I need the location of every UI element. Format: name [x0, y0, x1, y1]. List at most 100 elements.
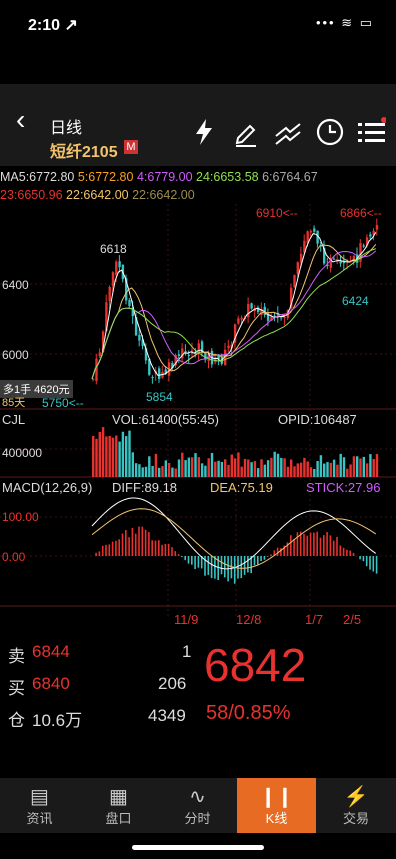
macd-bar	[362, 556, 365, 562]
volume-bar	[200, 463, 204, 477]
candle-body	[118, 261, 121, 268]
clock-icon[interactable]	[314, 116, 346, 148]
volume-bar	[369, 454, 372, 477]
macd-bar	[131, 528, 134, 556]
volume-bar	[263, 464, 266, 477]
ma23-value: 23:6650.96	[0, 188, 63, 202]
macd-bar	[237, 556, 239, 579]
volume-bar	[207, 458, 210, 477]
peak-label-6618: 6618	[100, 242, 127, 256]
candle-body	[177, 354, 181, 356]
volume-label: CJL	[2, 412, 26, 427]
volume-bar	[227, 464, 230, 477]
candle-body	[293, 275, 296, 287]
candle-body	[227, 345, 230, 349]
volume-bar	[115, 435, 118, 477]
home-indicator	[132, 845, 264, 850]
sell-qty: 1	[182, 642, 192, 661]
macd-bar	[233, 556, 236, 584]
macd-bar	[296, 532, 299, 556]
trend-icon[interactable]	[272, 116, 304, 148]
macd-bar	[154, 540, 157, 556]
volume-bar	[131, 452, 134, 477]
low-label-5750: 5750<--	[42, 396, 84, 410]
candle-body	[280, 317, 283, 319]
macd-bar	[141, 526, 144, 556]
back-icon[interactable]: ‹	[16, 104, 25, 136]
volume-bar	[111, 437, 115, 477]
macd-bar	[247, 556, 249, 573]
ma4-value: 4:6779.00	[136, 170, 193, 184]
tab-kline[interactable]: ❙❙ K线	[237, 778, 316, 833]
candle-body	[283, 316, 286, 318]
volume-bar	[138, 464, 141, 477]
volume-bar	[158, 467, 161, 477]
tab-timeshare[interactable]: ∿ 分时	[158, 778, 237, 833]
macd-bar	[313, 532, 315, 556]
volume-bar	[257, 468, 260, 477]
volume-bar	[197, 457, 200, 477]
status-bar: 2:10 ↗ ••• ≋ ▭	[0, 0, 396, 48]
volume-bar	[286, 466, 290, 477]
ma22a-value: 22:6642.00	[66, 188, 129, 202]
volume-bar	[365, 463, 369, 477]
volume-bar	[187, 457, 191, 477]
pen-icon[interactable]	[230, 116, 262, 148]
volume-bar	[266, 460, 270, 477]
tab-trade[interactable]: ⚡ 交易	[316, 778, 396, 833]
main-contract-badge: M	[124, 140, 138, 154]
candle-body	[332, 258, 336, 260]
volume-bar	[283, 458, 286, 477]
ma5b-value: 5:6772.80	[77, 170, 134, 184]
volume-bar	[167, 462, 171, 477]
ma-row-1: MA5:6772.80 5:6772.80 4:6779.00 24:6653.…	[0, 170, 318, 184]
candle-body	[375, 225, 379, 230]
tab-orderbook-label: 盘口	[105, 811, 132, 826]
volume-bar	[134, 463, 138, 477]
home-indicator-area	[0, 833, 396, 859]
macd-bar	[115, 540, 117, 556]
tab-timeshare-label: 分时	[184, 811, 211, 826]
tab-orderbook[interactable]: ▦ 盘口	[79, 778, 158, 833]
volume-bar	[125, 436, 128, 477]
volume-bar	[220, 461, 224, 477]
volume-bar	[148, 456, 151, 477]
candle-body	[115, 261, 118, 275]
volume-bar	[293, 466, 296, 477]
macd-bar	[336, 536, 338, 556]
candle-body	[247, 304, 250, 318]
candle-body	[362, 245, 365, 247]
volume-bar	[151, 465, 154, 477]
macd-bar	[134, 533, 137, 556]
volume-bar	[154, 453, 158, 477]
volume-bar	[342, 457, 346, 477]
volume-bar	[306, 461, 309, 477]
volume-bar	[164, 460, 167, 477]
bolt-icon[interactable]	[188, 116, 220, 148]
macd-y-0: 0.00	[2, 550, 26, 564]
volume-bar	[121, 431, 125, 477]
macd-bar	[101, 545, 104, 556]
timeshare-icon: ∿	[189, 786, 206, 808]
macd-bar	[323, 535, 325, 556]
position-label: 仓	[8, 711, 25, 730]
volume-bar	[336, 464, 339, 477]
volume-bar	[359, 458, 362, 477]
tab-news[interactable]: ▤ 资讯	[0, 778, 79, 833]
macd-bar	[303, 533, 305, 556]
ma24-value: 24:6653.58	[196, 170, 259, 184]
macd-bar	[266, 556, 269, 557]
macd-bar	[118, 539, 120, 556]
tab-kline-label: K线	[265, 811, 288, 826]
candle-body	[128, 300, 131, 307]
macd-bar	[375, 556, 378, 574]
macd-bar	[105, 544, 107, 556]
macd-bar	[329, 535, 332, 556]
macd-bar	[144, 529, 147, 556]
macd-bar	[306, 535, 309, 556]
volume-bar	[204, 465, 207, 477]
macd-bar	[349, 550, 351, 556]
candle-body	[92, 378, 95, 380]
macd-bar	[171, 547, 173, 556]
menu-icon[interactable]	[354, 116, 386, 148]
